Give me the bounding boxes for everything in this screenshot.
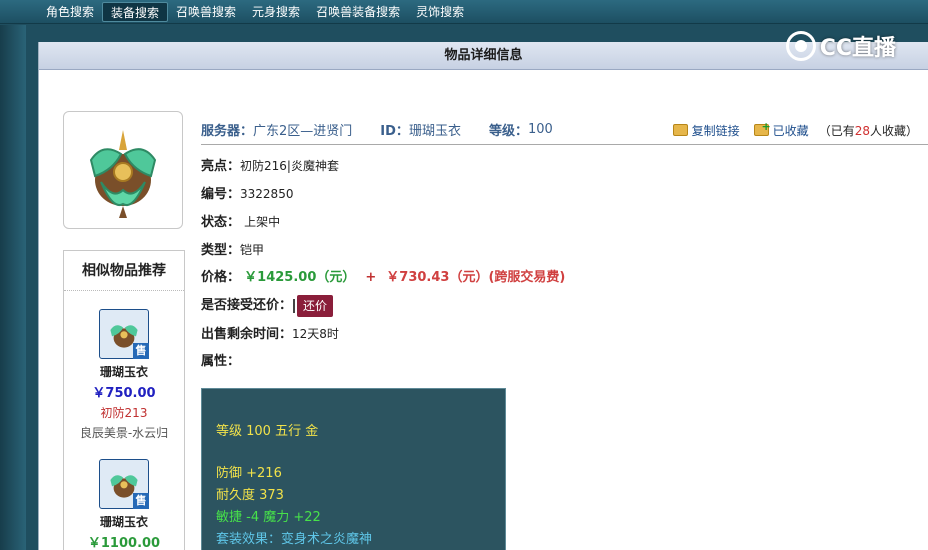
similar-item-name[interactable]: 珊瑚玉衣 — [64, 363, 184, 380]
favorite-button[interactable]: 已收藏 — [753, 120, 809, 139]
tab-pet-search[interactable]: 召唤兽搜索 — [168, 2, 244, 22]
attributes-label: 属性： — [201, 354, 241, 369]
remaining-time-label: 出售剩余时间： — [201, 327, 293, 342]
remaining-time-row: 出售剩余时间：12天8时 — [201, 320, 901, 348]
tab-pet-equipment-search[interactable]: 召唤兽装备搜索 — [308, 2, 408, 22]
similar-title: 相似物品推荐 — [64, 251, 184, 291]
text-cursor-icon — [293, 298, 296, 313]
type-row: 类型：铠甲 — [201, 236, 901, 264]
level-value: 100 — [527, 122, 553, 137]
favorite-label: 已收藏 — [772, 123, 809, 138]
favorite-count: （已有28人收藏） — [818, 123, 918, 138]
similar-item-price: ￥750.00 — [92, 386, 156, 401]
price-label: 价格： — [201, 270, 241, 285]
watermark-text: CC直播 — [819, 36, 896, 61]
sale-badge: 售 — [133, 343, 149, 359]
similar-item-server: 良辰美景-水云归 — [79, 426, 169, 440]
type-label: 类型： — [201, 243, 241, 258]
tab-lingshi-search[interactable]: 灵饰搜索 — [408, 2, 472, 22]
tab-role-search[interactable]: 角色搜索 — [38, 2, 102, 22]
watermark: CC直播 — [785, 30, 896, 62]
type-value: 铠甲 — [240, 243, 265, 257]
list-item[interactable]: 售 珊瑚玉衣 ￥1100.00 — [64, 459, 184, 550]
highlight-label: 亮点： — [201, 159, 241, 174]
remaining-time-value: 12天8时 — [292, 327, 339, 341]
copy-link-label: 复制链接 — [691, 123, 740, 138]
item-image — [63, 111, 183, 229]
cc-logo-icon — [785, 31, 816, 61]
counter-offer-button[interactable]: 还价 — [297, 294, 334, 317]
attr-agility-magic: 敏捷 -4 魔力 +22 — [216, 510, 321, 525]
side-strip — [0, 25, 26, 550]
list-item[interactable]: 售 珊瑚玉衣 ￥750.00 初防213 良辰美景-水云归 — [64, 309, 184, 441]
counter-offer-label: 是否接受还价： — [201, 298, 293, 313]
similar-item-name[interactable]: 珊瑚玉衣 — [64, 513, 184, 530]
header-actions: 复制链接 已收藏 （已有28人收藏） — [659, 115, 918, 145]
level-label: 等级： — [488, 124, 528, 139]
server-value: 广东2区—进贤门 — [253, 124, 353, 139]
price-row: 价格： ￥1425.00（元） + ￥730.43（元）(跨服交易费) — [201, 264, 901, 292]
price-plus: + — [365, 270, 377, 285]
tab-equipment-search[interactable]: 装备搜索 — [102, 1, 169, 22]
price-value: ￥1425.00（元） — [244, 270, 356, 285]
highlight-value-2: 炎魔神套 — [290, 159, 339, 173]
serial-value: 3322850 — [240, 187, 294, 201]
folder-link-icon — [672, 124, 688, 136]
cross-server-fee: ￥730.43（元）(跨服交易费) — [386, 270, 566, 285]
highlight-row: 亮点：初防216|炎魔神套 — [201, 152, 901, 180]
sale-badge: 售 — [133, 493, 149, 509]
armor-thumbnail-icon[interactable]: 售 — [99, 459, 149, 509]
status-label: 状态： — [201, 215, 241, 230]
item-details: 亮点：初防216|炎魔神套 编号：3322850 状态： 上架中 类型：铠甲 价… — [201, 152, 901, 376]
armor-thumbnail-icon[interactable]: 售 — [99, 309, 149, 359]
attribute-box: 等级 100 五行 金 防御 +216 耐久度 373 敏捷 -4 魔力 +22… — [201, 388, 506, 550]
attr-set-effect: 套装效果：变身术之炎魔神 — [216, 532, 373, 547]
status-row: 状态： 上架中 — [201, 208, 901, 236]
status-value: 上架中 — [244, 215, 281, 229]
tab-yuanshen-search[interactable]: 元身搜索 — [244, 2, 308, 22]
similar-item-highlight: 初防213 — [100, 406, 148, 420]
item-header: 服务器： 广东2区—进贤门 ID： 珊瑚玉衣 等级： 100 复制链接 已收藏 … — [201, 115, 928, 145]
id-value: 珊瑚玉衣 — [408, 124, 461, 139]
serial-label: 编号： — [201, 187, 241, 202]
attr-durability: 耐久度 373 — [216, 488, 284, 503]
server-label: 服务器： — [201, 124, 254, 139]
attributes-row: 属性： — [201, 348, 901, 376]
similar-item-price: ￥1100.00 — [87, 536, 161, 550]
armor-icon — [89, 130, 157, 218]
attr-level-element: 等级 100 五行 金 — [216, 424, 319, 439]
serial-row: 编号：3322850 — [201, 180, 901, 208]
similar-items: 相似物品推荐 售 珊瑚玉衣 ￥750.00 初防213 良辰美景-水云归 售 珊… — [63, 250, 185, 550]
folder-add-icon — [753, 120, 771, 136]
copy-link-button[interactable]: 复制链接 — [672, 122, 740, 139]
highlight-value-1: 初防216 — [240, 159, 287, 173]
top-nav: 角色搜索 装备搜索 召唤兽搜索 元身搜索 召唤兽装备搜索 灵饰搜索 — [0, 0, 928, 24]
attr-defense: 防御 +216 — [216, 466, 282, 481]
id-label: ID： — [380, 124, 409, 139]
favorite-count-number: 28 — [854, 123, 870, 138]
counter-offer-row: 是否接受还价： 还价 — [201, 292, 901, 320]
